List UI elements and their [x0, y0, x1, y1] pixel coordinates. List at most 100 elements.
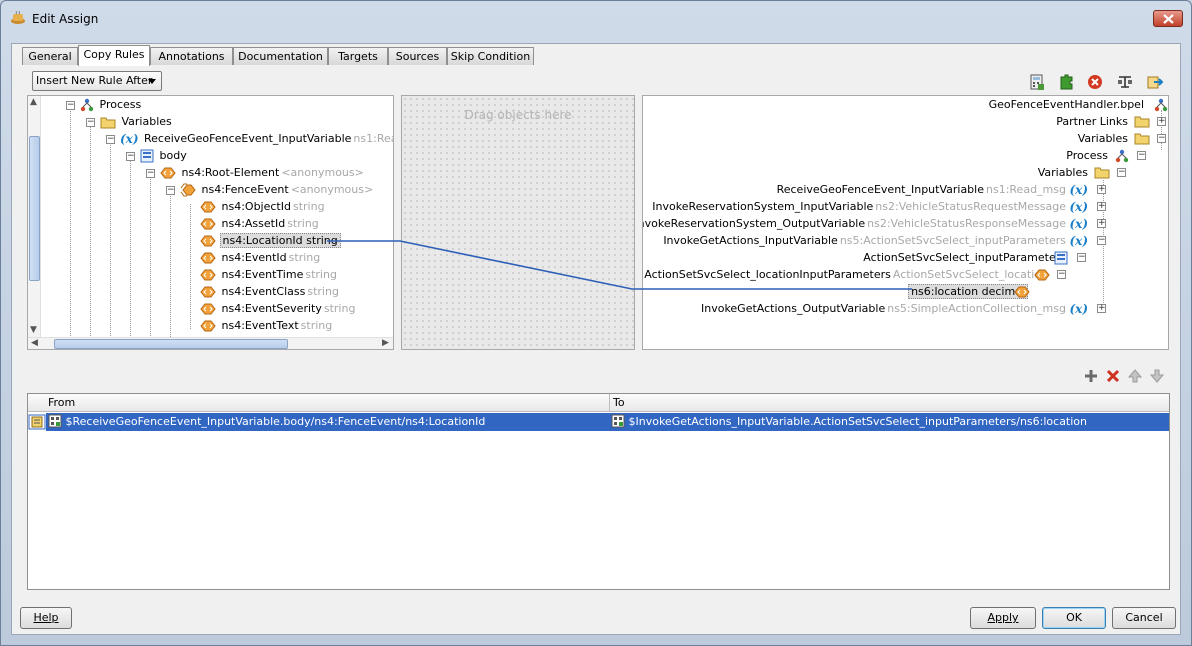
source-field-event-id[interactable]: ns4:EventId string: [200, 250, 320, 266]
variable-icon: (x): [1069, 234, 1088, 248]
source-field-event-time[interactable]: ns4:EventTime string: [200, 267, 337, 283]
tab-skip-condition[interactable]: Skip Condition: [447, 47, 534, 65]
expand-var[interactable]: +: [1097, 219, 1106, 228]
help-button[interactable]: Help: [20, 607, 72, 629]
target-var-reservation-output[interactable]: InvokeReservationSystem_OutputVariable ns…: [643, 216, 1088, 232]
expand-input-variable[interactable]: −: [106, 135, 115, 144]
scroll-down-icon[interactable]: ▼: [30, 325, 37, 335]
copy-rules-table[interactable]: From To $ReceiveGeoFenceEvent_InputVaria…: [27, 393, 1170, 590]
scroll-left-icon[interactable]: ◀: [31, 338, 38, 348]
source-node-body[interactable]: body: [140, 148, 189, 164]
delete-rule-icon[interactable]: [1104, 367, 1122, 385]
expand-partner-links[interactable]: +: [1157, 117, 1166, 126]
target-node-input-params[interactable]: ActionSetSvcSelect_inputParameters: [861, 250, 1068, 266]
apply-button[interactable]: Apply: [970, 607, 1036, 629]
source-fence-event-type: <anonymous>: [290, 183, 374, 196]
ok-button[interactable]: OK: [1042, 607, 1106, 629]
rule-to-cell[interactable]: $InvokeGetActions_InputVariable.ActionSe…: [609, 413, 1169, 431]
target-var-getactions-output[interactable]: InvokeGetActions_OutputVariable ns5:Simpl…: [699, 301, 1088, 317]
expand-root-element[interactable]: −: [146, 169, 155, 178]
source-hscroll-thumb[interactable]: [54, 339, 288, 349]
cancel-button[interactable]: Cancel: [1112, 607, 1176, 629]
target-tree-panel[interactable]: GeoFenceEventHandler.bpel Partner Links …: [642, 95, 1169, 350]
target-var-receive-input[interactable]: ReceiveGeoFenceEvent_InputVariable ns1:Re…: [775, 182, 1088, 198]
close-button[interactable]: [1153, 10, 1183, 27]
tab-sources[interactable]: Sources: [388, 47, 447, 65]
target-node-partner-links[interactable]: Partner Links: [1054, 114, 1130, 130]
expand-var[interactable]: +: [1097, 185, 1106, 194]
expand-var[interactable]: −: [1097, 236, 1106, 245]
field-type: string: [307, 285, 339, 298]
location-name: ns6:location: [911, 285, 979, 298]
table-row[interactable]: $ReceiveGeoFenceEvent_InputVariable.body…: [28, 413, 1169, 431]
chevron-down-icon: [148, 79, 156, 84]
expand-target-variables[interactable]: −: [1157, 134, 1166, 143]
column-header-to[interactable]: To: [609, 394, 1169, 412]
calculator-icon[interactable]: [1028, 73, 1046, 91]
source-node-input-variable[interactable]: (x) ReceiveGeoFenceEvent_InputVariable ns…: [120, 131, 393, 147]
target-var-reservation-input[interactable]: InvokeReservationSystem_InputVariable ns2…: [650, 199, 1088, 215]
tab-copy-rules[interactable]: Copy Rules: [78, 45, 150, 66]
source-field-location-id[interactable]: ns4:LocationId string: [200, 233, 341, 249]
source-vertical-scrollbar[interactable]: ▲ ▼: [28, 96, 41, 337]
target-var-getactions-input[interactable]: InvokeGetActions_InputVariable ns5:Action…: [661, 233, 1088, 249]
source-field-event-severity[interactable]: ns4:EventSeverity string: [200, 301, 355, 317]
scroll-up-icon[interactable]: ▲: [30, 97, 37, 107]
expression-icon[interactable]: [1116, 73, 1134, 91]
element-icon: [200, 218, 216, 230]
source-node-fence-event[interactable]: ns4:FenceEvent <anonymous>: [180, 182, 373, 198]
expand-process-variables[interactable]: −: [1117, 168, 1126, 177]
element-icon: [200, 252, 216, 264]
expand-location-input[interactable]: −: [1057, 270, 1066, 279]
expand-var[interactable]: +: [1097, 304, 1106, 313]
add-rule-icon[interactable]: [1082, 367, 1100, 385]
expand-variables[interactable]: −: [86, 118, 95, 127]
source-field-event-class[interactable]: ns4:EventClass string: [200, 284, 339, 300]
target-node-process-variables[interactable]: Variables: [1036, 165, 1090, 181]
tab-targets[interactable]: Targets: [328, 47, 388, 65]
insert-rule-dropdown[interactable]: Insert New Rule After: [32, 71, 162, 91]
expand-var[interactable]: +: [1097, 202, 1106, 211]
move-up-icon[interactable]: [1126, 367, 1144, 385]
source-tree-panel[interactable]: ▲ ▼ − Process − Variables − (x) ReceiveG…: [27, 95, 394, 350]
xml-fragment-icon[interactable]: [1057, 73, 1075, 91]
field-type: string: [305, 268, 337, 281]
target-node-location-input[interactable]: ns6:ActionSetSvcSelect_locationInputPara…: [642, 267, 1048, 283]
source-field-event-text[interactable]: ns4:EventText string: [200, 318, 332, 334]
column-header-from[interactable]: From: [28, 394, 609, 412]
source-node-variables[interactable]: Variables: [100, 114, 174, 130]
mapping-canvas[interactable]: Drag objects here: [401, 95, 635, 350]
var-name: ReceiveGeoFenceEvent_InputVariable: [776, 183, 984, 196]
source-field-asset-id[interactable]: ns4:AssetId string: [200, 216, 319, 232]
insert-rule-dropdown-value: Insert New Rule After: [36, 74, 153, 87]
source-body-label: body: [159, 149, 187, 162]
row-selector[interactable]: [28, 413, 46, 431]
source-field-object-id[interactable]: ns4:ObjectId string: [200, 199, 325, 215]
source-node-root-element[interactable]: ns4:Root-Element <anonymous>: [160, 165, 364, 181]
tab-general[interactable]: General: [22, 47, 78, 65]
delete-mapping-icon[interactable]: [1086, 73, 1104, 91]
target-node-location[interactable]: ns6:location decimal: [908, 284, 1028, 300]
expand-input-params[interactable]: −: [1077, 253, 1086, 262]
target-location-input-label: ns6:ActionSetSvcSelect_locationInputPara…: [642, 268, 891, 281]
target-node-variables[interactable]: Variables: [1076, 131, 1130, 147]
rule-from-cell[interactable]: $ReceiveGeoFenceEvent_InputVariable.body…: [48, 413, 608, 431]
expand-process[interactable]: −: [66, 101, 75, 110]
source-horizontal-scrollbar[interactable]: ◀ ▶: [28, 337, 393, 349]
source-fence-event-label: ns4:FenceEvent: [201, 183, 289, 196]
source-node-process[interactable]: Process: [80, 97, 143, 113]
scroll-right-icon[interactable]: ▶: [382, 338, 389, 348]
target-input-params-label: ActionSetSvcSelect_inputParameters: [863, 251, 1066, 264]
source-root-element-type: <anonymous>: [281, 166, 364, 179]
expand-body[interactable]: −: [126, 152, 135, 161]
expand-target-process[interactable]: −: [1137, 151, 1146, 160]
source-vscroll-thumb[interactable]: [29, 136, 40, 281]
expand-fence-event[interactable]: −: [166, 186, 175, 195]
folder-icon: [1134, 133, 1150, 145]
auto-map-icon[interactable]: [1146, 73, 1164, 91]
move-down-icon[interactable]: [1148, 367, 1166, 385]
tab-annotations[interactable]: Annotations: [150, 47, 233, 65]
tab-documentation[interactable]: Documentation: [233, 47, 328, 65]
target-node-bpel-file[interactable]: GeoFenceEventHandler.bpel: [987, 97, 1146, 113]
target-node-process[interactable]: Process: [1064, 148, 1110, 164]
